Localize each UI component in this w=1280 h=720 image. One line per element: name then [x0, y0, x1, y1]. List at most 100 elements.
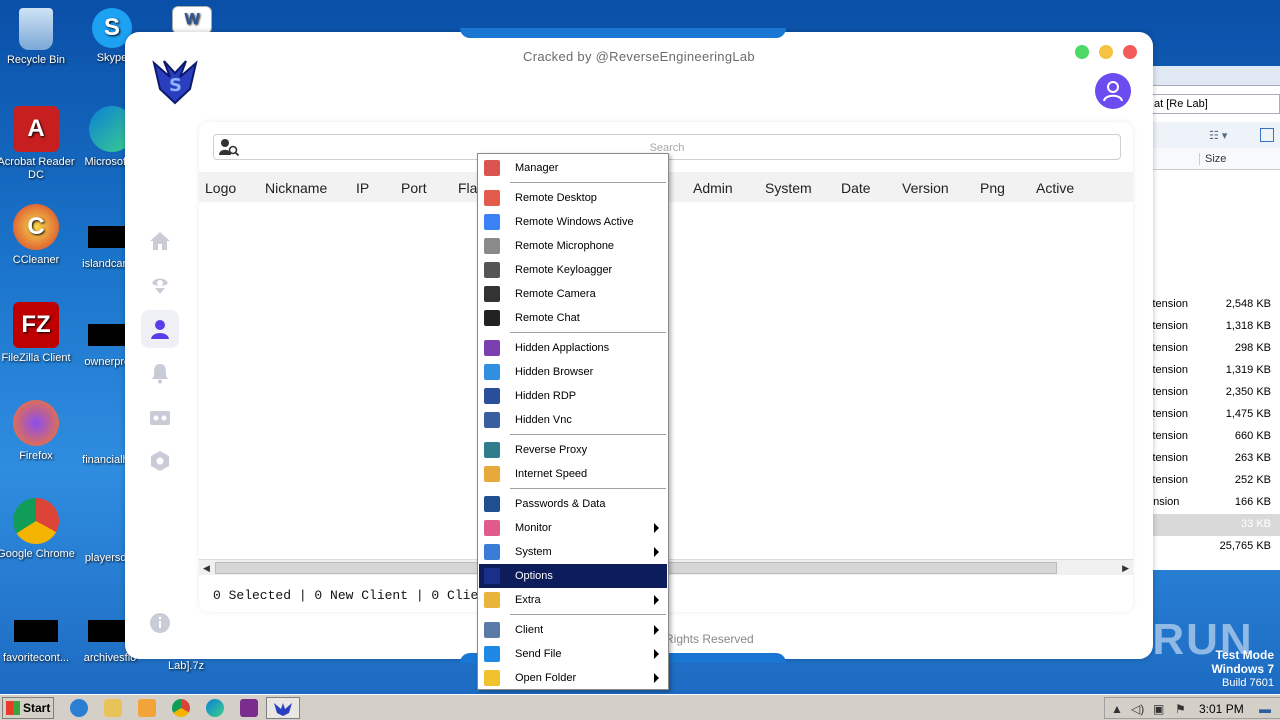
menu-item-manager[interactable]: Manager [479, 156, 667, 180]
recycle-bin-shortcut[interactable]: Recycle Bin [0, 8, 76, 67]
minimize-button[interactable] [1099, 45, 1113, 59]
folder-icon [484, 670, 500, 686]
home-icon[interactable] [141, 222, 179, 260]
menu-item-passwords-data[interactable]: Passwords & Data [479, 492, 667, 516]
explorer-taskbar-icon[interactable] [104, 699, 122, 717]
scroll-left-icon[interactable]: ◀ [203, 563, 210, 574]
column-header[interactable]: Version [902, 180, 949, 196]
menu-item-remote-keyloagger[interactable]: Remote Keyloagger [479, 258, 667, 282]
column-header[interactable]: Png [980, 180, 1005, 196]
explorer-file-row[interactable]: xtension 263 KB [1141, 448, 1280, 470]
rat-app-taskbar-button[interactable] [266, 697, 300, 719]
explorer-file-row[interactable]: xtension 1,475 KB [1141, 404, 1280, 426]
show-hidden-icons-icon[interactable]: ▲ [1111, 702, 1123, 716]
explorer-file-row[interactable]: 25,765 KB [1141, 536, 1280, 558]
menu-item-send-file[interactable]: Send File [479, 642, 667, 666]
column-header[interactable]: Nickname [265, 180, 327, 196]
proxy-icon [484, 442, 500, 458]
chrome-taskbar-icon[interactable] [172, 699, 190, 717]
column-header[interactable]: Port [401, 180, 427, 196]
taskbar-clock[interactable]: 3:01 PM [1199, 702, 1244, 716]
menu-item-remote-camera[interactable]: Remote Camera [479, 282, 667, 306]
menu-item-system[interactable]: System [479, 540, 667, 564]
menu-item-label: Hidden Browser [515, 366, 594, 378]
explorer-address-bar[interactable]: at [Re Lab] [1141, 94, 1280, 114]
explorer-file-row[interactable]: 33 KB [1141, 514, 1280, 536]
column-header[interactable]: System [765, 180, 812, 196]
file-type-cell: xtension [1147, 298, 1188, 310]
close-button[interactable] [1123, 45, 1137, 59]
ccleaner-shortcut[interactable]: C CCleaner [0, 204, 76, 267]
explorer-file-row[interactable]: xtension 2,350 KB [1141, 382, 1280, 404]
info-icon[interactable] [141, 604, 179, 642]
clients-icon[interactable] [141, 310, 179, 348]
edge-taskbar-icon[interactable] [206, 699, 224, 717]
explorer-file-row[interactable]: xtension 660 KB [1141, 426, 1280, 448]
start-label: Start [23, 701, 51, 715]
menu-item-remote-microphone[interactable]: Remote Microphone [479, 234, 667, 258]
chrome-icon [13, 498, 59, 544]
copyright-text: Rights Reserved [665, 632, 754, 646]
menu-item-hidden-rdp[interactable]: Hidden RDP [479, 384, 667, 408]
menu-item-open-folder[interactable]: Open Folder [479, 666, 667, 690]
word-doc-icon: W [172, 6, 212, 34]
acrobat-shortcut[interactable]: A Acrobat Reader DC [0, 106, 76, 182]
desktop-icon [484, 190, 500, 206]
options-icon [484, 568, 500, 584]
spy-icon[interactable] [141, 266, 179, 304]
file-type-cell: xtension [1147, 452, 1188, 464]
menu-item-label: Manager [515, 162, 559, 174]
builder-icon[interactable] [141, 398, 179, 436]
explorer-file-row[interactable]: xtension 252 KB [1141, 470, 1280, 492]
zip-file-label[interactable]: Lab].7z [168, 660, 204, 672]
column-header[interactable]: Logo [205, 180, 236, 196]
column-header[interactable]: Date [841, 180, 871, 196]
chrome-label: Google Chrome [0, 548, 75, 560]
network-icon[interactable]: ▣ [1153, 702, 1164, 716]
volume-icon[interactable]: ◁) [1131, 702, 1144, 716]
filezilla-shortcut[interactable]: FZ FileZilla Client [0, 302, 76, 365]
preview-pane-icon[interactable] [1260, 128, 1274, 142]
show-desktop-icon[interactable]: ▬ [1259, 702, 1271, 716]
explorer-file-row[interactable]: xtension 1,319 KB [1141, 360, 1280, 382]
column-header[interactable]: Admin [693, 180, 733, 196]
menu-item-hidden-browser[interactable]: Hidden Browser [479, 360, 667, 384]
menu-item-hidden-vnc[interactable]: Hidden Vnc [479, 408, 667, 432]
explorer-file-row[interactable]: ension 166 KB [1141, 492, 1280, 514]
action-center-flag-icon[interactable]: ⚑ [1175, 702, 1186, 716]
winrar-taskbar-icon[interactable] [240, 699, 258, 717]
explorer-file-row[interactable]: xtension 2,548 KB [1141, 294, 1280, 316]
menu-item-internet-speed[interactable]: Internet Speed [479, 462, 667, 486]
favoritecont-file[interactable]: favoritecont... [0, 608, 76, 665]
menu-item-client[interactable]: Client [479, 618, 667, 642]
menu-item-remote-chat[interactable]: Remote Chat [479, 306, 667, 330]
size-column-header[interactable]: Size [1199, 153, 1226, 165]
scroll-right-icon[interactable]: ▶ [1122, 563, 1129, 574]
settings-icon[interactable] [141, 442, 179, 480]
menu-item-remote-windows-active[interactable]: Remote Windows Active [479, 210, 667, 234]
menu-item-reverse-proxy[interactable]: Reverse Proxy [479, 438, 667, 462]
firefox-shortcut[interactable]: Firefox [0, 400, 76, 463]
ie-taskbar-icon[interactable] [70, 699, 88, 717]
user-icon [1103, 81, 1123, 102]
start-button[interactable]: Start [2, 697, 54, 719]
menu-item-extra[interactable]: Extra [479, 588, 667, 612]
column-header[interactable]: IP [356, 180, 369, 196]
maximize-button[interactable] [1075, 45, 1089, 59]
column-header[interactable]: Active [1036, 180, 1074, 196]
explorer-file-row[interactable]: xtension 1,318 KB [1141, 316, 1280, 338]
menu-item-remote-desktop[interactable]: Remote Desktop [479, 186, 667, 210]
user-profile-button[interactable] [1095, 73, 1131, 109]
menu-item-label: Passwords & Data [515, 498, 606, 510]
menu-item-hidden-applactions[interactable]: Hidden Applactions [479, 336, 667, 360]
explorer-file-row[interactable]: xtension 298 KB [1141, 338, 1280, 360]
menu-item-options[interactable]: Options [479, 564, 667, 588]
file-size-cell: 660 KB [1234, 430, 1271, 442]
notifications-icon[interactable] [141, 354, 179, 392]
file-type-cell: xtension [1147, 386, 1188, 398]
menu-item-monitor[interactable]: Monitor [479, 516, 667, 540]
chrome-shortcut[interactable]: Google Chrome [0, 498, 76, 561]
explorer-titlebar [1141, 66, 1280, 86]
media-player-taskbar-icon[interactable] [138, 699, 156, 717]
view-options-icon[interactable]: ☷ ▾ [1209, 129, 1227, 142]
